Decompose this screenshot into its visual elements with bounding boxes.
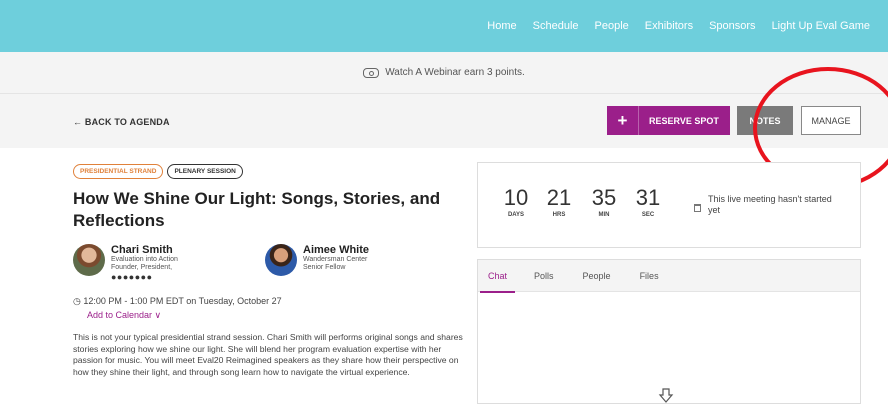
session-title: How We Shine Our Light: Songs, Stories, … xyxy=(73,189,441,230)
session-action-bar: ← BACK TO AGENDA + RESERVE SPOT NOTES MA… xyxy=(0,94,888,148)
vr-headset-icon xyxy=(363,67,380,78)
speaker-name: Chari Smith xyxy=(111,244,173,256)
nav-schedule[interactable]: Schedule xyxy=(525,20,587,32)
points-banner-text: Watch A Webinar earn 3 points. xyxy=(385,67,525,78)
reserve-spot-label: RESERVE SPOT xyxy=(649,115,719,126)
session-time-text: 12:00 PM - 1:00 PM EDT on Tuesday, Octob… xyxy=(83,296,282,306)
calendar-icon xyxy=(694,204,701,212)
notes-button[interactable]: NOTES xyxy=(737,106,793,135)
nav-exhibitors[interactable]: Exhibitors xyxy=(637,20,701,32)
engagement-panel: Chat Polls People Files xyxy=(477,259,861,404)
back-to-agenda-link[interactable]: ← BACK TO AGENDA xyxy=(73,117,170,127)
speaker-aimee-white[interactable]: Aimee White Wandersman Center Senior Fel… xyxy=(265,244,369,276)
countdown-minutes: 35 MIN xyxy=(591,185,617,218)
tab-files[interactable]: Files xyxy=(640,260,659,292)
tab-polls[interactable]: Polls xyxy=(534,260,554,292)
countdown-days: 10 DAYS xyxy=(503,185,529,218)
clock-icon: ◷ xyxy=(73,296,81,306)
avatar xyxy=(265,244,297,276)
session-tags: PRESIDENTIAL STRAND PLENARY SESSION xyxy=(73,164,243,179)
countdown-panel: 10 DAYS 21 HRS 35 MIN 31 SEC This live m… xyxy=(477,162,861,248)
panel-tabs: Chat Polls People Files xyxy=(478,260,860,293)
tag-plenary-session[interactable]: PLENARY SESSION xyxy=(167,164,243,179)
nav-home[interactable]: Home xyxy=(479,20,524,32)
tag-presidential-strand[interactable]: PRESIDENTIAL STRAND xyxy=(73,164,164,179)
speaker-role: Founder, President, xyxy=(111,264,173,271)
nav-sponsors[interactable]: Sponsors xyxy=(701,20,763,32)
session-description: This is not your typical presidential st… xyxy=(73,332,463,377)
speaker-name: Aimee White xyxy=(303,244,370,256)
reserve-spot-button[interactable]: + RESERVE SPOT xyxy=(607,106,730,135)
top-nav: Home Schedule People Exhibitors Sponsors… xyxy=(0,0,888,52)
add-to-calendar-link[interactable]: Add to Calendar ∨ xyxy=(87,310,161,321)
nav-light-up-eval-game[interactable]: Light Up Eval Game xyxy=(764,20,878,32)
plus-icon: + xyxy=(607,106,639,135)
speaker-role-truncated: ●●●●●●● xyxy=(111,272,153,282)
nav-people[interactable]: People xyxy=(587,20,637,32)
manage-button[interactable]: MANAGE xyxy=(801,106,861,135)
avatar xyxy=(73,244,105,276)
countdown-hours: 21 HRS xyxy=(546,185,572,218)
session-time: ◷ 12:00 PM - 1:00 PM EDT on Tuesday, Oct… xyxy=(73,296,282,307)
countdown-seconds: 31 SEC xyxy=(635,185,661,218)
speaker-org: Evaluation into Action xyxy=(111,256,178,263)
tab-people[interactable]: People xyxy=(583,260,611,292)
speaker-org: Wandersman Center xyxy=(303,256,368,263)
tab-chat[interactable]: Chat xyxy=(479,260,516,293)
speaker-role: Senior Fellow xyxy=(303,264,346,271)
points-banner: Watch A Webinar earn 3 points. xyxy=(0,52,888,94)
loading-icon xyxy=(658,388,674,403)
speaker-chari-smith[interactable]: Chari Smith Evaluation into Action Found… xyxy=(73,244,178,282)
countdown-message: This live meeting hasn't started yet xyxy=(708,194,832,215)
